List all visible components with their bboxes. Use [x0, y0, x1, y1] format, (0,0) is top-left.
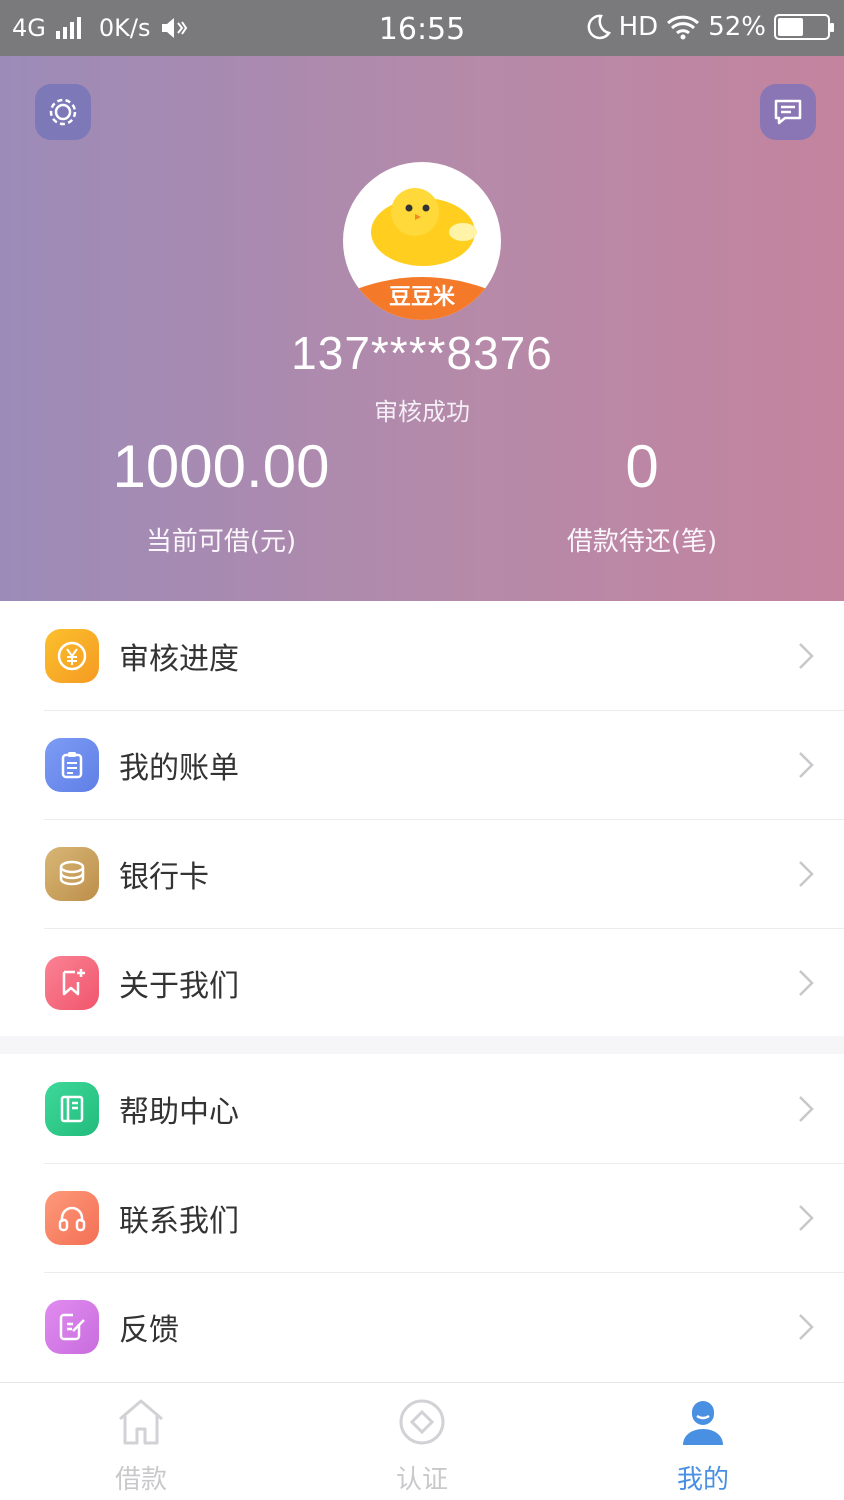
chevron-right-icon — [799, 1095, 814, 1122]
menu-group-account: 审核进度 我的账单 银行卡 关于我们 — [0, 601, 844, 1037]
pending-count: 0 — [625, 433, 659, 500]
pending-loans[interactable]: 0 借款待还(笔) — [431, 432, 844, 558]
review-status: 审核成功 — [374, 398, 470, 426]
clipboard-icon — [45, 737, 99, 792]
menu-label: 帮助中心 — [119, 1094, 239, 1130]
menu-label: 联系我们 — [119, 1203, 239, 1239]
status-right: HD 52% — [585, 12, 834, 42]
menu-group-support: 帮助中心 联系我们 反馈 — [0, 1054, 844, 1381]
home-icon — [119, 1399, 163, 1445]
available-credit[interactable]: 1000.00 当前可借(元) — [10, 432, 432, 558]
chevron-right-icon — [799, 1313, 814, 1340]
hd-indicator: HD — [618, 12, 659, 42]
menu-label: 反馈 — [119, 1312, 179, 1348]
battery-icon — [774, 14, 834, 40]
menu-item-feedback[interactable]: 反馈 — [0, 1272, 844, 1381]
menu-label: 银行卡 — [119, 859, 209, 895]
diamond-circle-icon — [399, 1399, 445, 1445]
coin-stack-icon — [45, 846, 99, 901]
menu-label: 我的账单 — [119, 750, 239, 786]
bottom-tab-bar: 借款 认证 我的 — [0, 1382, 844, 1500]
menu-label: 审核进度 — [119, 641, 239, 677]
menu-item-help-center[interactable]: 帮助中心 — [0, 1054, 844, 1163]
chevron-right-icon — [799, 642, 814, 669]
tab-label: 借款 — [114, 1465, 167, 1495]
chevron-right-icon — [799, 860, 814, 887]
gear-icon — [49, 98, 77, 126]
bookmark-star-icon — [45, 955, 99, 1010]
headset-icon — [45, 1190, 99, 1245]
menu-item-my-bills[interactable]: 我的账单 — [0, 710, 844, 819]
moon-icon — [587, 14, 611, 40]
tab-label: 认证 — [395, 1465, 448, 1495]
book-icon — [45, 1081, 99, 1136]
section-divider — [0, 1036, 844, 1054]
chevron-right-icon — [799, 969, 814, 996]
available-label: 当前可借(元) — [145, 527, 297, 557]
chick-logo-icon: 豆豆米 — [349, 188, 495, 320]
battery-fill — [778, 18, 803, 36]
tab-label: 我的 — [676, 1465, 729, 1495]
chevron-right-icon — [799, 1204, 814, 1231]
menu-item-bank-card[interactable]: 银行卡 — [0, 819, 844, 928]
wifi-icon — [667, 15, 700, 40]
menu-item-review-progress[interactable]: 审核进度 — [0, 601, 844, 710]
yen-coin-icon — [45, 628, 99, 683]
menu-label: 关于我们 — [119, 968, 239, 1004]
profile-header: 豆豆米 137****8376 审核成功 1000.00 当前可借(元) 0 借… — [0, 56, 844, 601]
user-icon — [683, 1401, 723, 1445]
chat-icon — [774, 99, 802, 125]
phone-number: 137****8376 — [291, 327, 553, 379]
avatar-brand-text: 豆豆米 — [389, 285, 456, 310]
battery-percent: 52% — [708, 12, 766, 42]
settings-button[interactable] — [35, 84, 91, 140]
status-bar: 4G 0K/s 16:55 HD 52% — [0, 0, 844, 56]
tab-verify[interactable]: 认证 — [352, 1397, 492, 1496]
edit-note-icon — [45, 1299, 99, 1354]
message-button[interactable] — [760, 84, 816, 140]
pending-label: 借款待还(笔) — [566, 527, 718, 557]
tab-loan[interactable]: 借款 — [71, 1397, 211, 1496]
avatar[interactable]: 豆豆米 — [343, 162, 501, 320]
available-amount: 1000.00 — [112, 433, 330, 500]
chevron-right-icon — [799, 751, 814, 778]
tab-mine[interactable]: 我的 — [633, 1397, 773, 1496]
menu-item-about-us[interactable]: 关于我们 — [0, 928, 844, 1037]
menu-item-contact-us[interactable]: 联系我们 — [0, 1163, 844, 1272]
